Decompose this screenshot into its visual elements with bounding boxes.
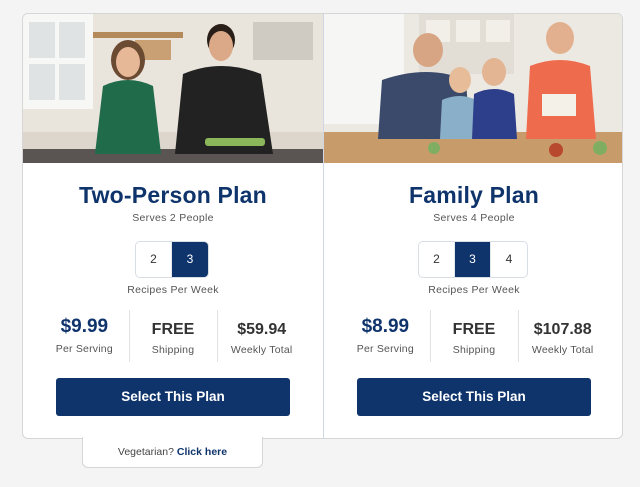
per-serving-label: Per Serving: [55, 343, 113, 355]
vegetarian-prompt: Vegetarian?: [117, 446, 174, 458]
recipes-per-week-label: Recipes Per Week: [428, 284, 520, 296]
plan-title: Two-Person Plan: [79, 182, 267, 208]
plan-photo-two-person: [23, 14, 323, 163]
shipping-label: Shipping: [151, 344, 195, 356]
stat-shipping: FREE Shipping: [128, 310, 218, 362]
plan-card-family: Family Plan Serves 4 People 2 3 4 Recipe…: [323, 14, 622, 438]
plan-photo-family: [324, 14, 622, 163]
plans-container: Two-Person Plan Serves 2 People 2 3 Reci…: [22, 13, 623, 439]
vegetarian-tab: Vegetarian? Click here: [82, 437, 263, 468]
recipes-option-3[interactable]: 3: [455, 242, 491, 277]
stat-weekly-total: $59.94 Weekly Total: [217, 310, 306, 362]
weekly-total-value: $59.94: [237, 321, 287, 338]
recipes-option-2[interactable]: 2: [419, 242, 455, 277]
plan-card-two-person: Two-Person Plan Serves 2 People 2 3 Reci…: [23, 14, 323, 438]
stat-per-serving: $8.99 Per Serving: [341, 310, 430, 362]
price-per-serving: $9.99: [60, 316, 109, 337]
weekly-total-value: $107.88: [533, 321, 592, 338]
recipes-option-3[interactable]: 3: [172, 242, 208, 277]
stat-weekly-total: $107.88 Weekly Total: [518, 310, 607, 362]
plan-title: Family Plan: [408, 182, 540, 208]
recipes-option-4[interactable]: 4: [491, 242, 527, 277]
weekly-total-label: Weekly Total: [531, 344, 594, 356]
plan-serves: Serves 4 People: [433, 212, 515, 224]
shipping-value: FREE: [151, 321, 195, 338]
recipes-per-week-selector: 2 3: [135, 241, 209, 278]
select-plan-button-family[interactable]: Select This Plan: [357, 378, 591, 416]
recipes-per-week-selector: 2 3 4: [418, 241, 528, 278]
weekly-total-label: Weekly Total: [230, 344, 293, 356]
stat-shipping: FREE Shipping: [429, 310, 519, 362]
shipping-label: Shipping: [452, 344, 496, 356]
recipes-option-2[interactable]: 2: [136, 242, 172, 277]
price-per-serving: $8.99: [361, 316, 410, 337]
select-plan-button-two-person[interactable]: Select This Plan: [56, 378, 290, 416]
plan-serves: Serves 2 People: [132, 212, 214, 224]
per-serving-label: Per Serving: [356, 343, 414, 355]
plan-stats: $9.99 Per Serving FREE Shipping $59.94 W…: [40, 310, 306, 362]
recipes-per-week-label: Recipes Per Week: [127, 284, 219, 296]
stat-per-serving: $9.99 Per Serving: [40, 310, 129, 362]
shipping-value: FREE: [452, 321, 496, 338]
plan-stats: $8.99 Per Serving FREE Shipping $107.88 …: [341, 310, 607, 362]
vegetarian-link[interactable]: Click here: [177, 446, 227, 458]
